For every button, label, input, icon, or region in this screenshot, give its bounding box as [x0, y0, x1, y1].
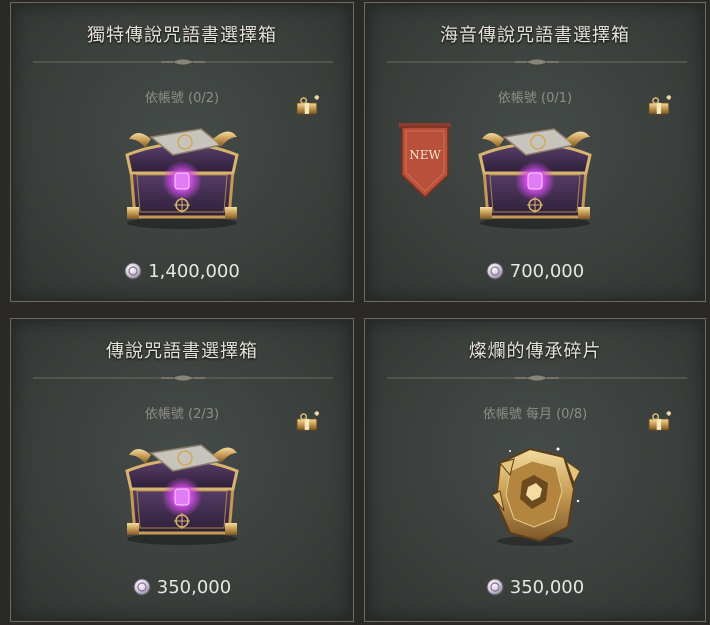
gift-icon[interactable]	[647, 409, 673, 431]
legendary-chest-icon	[125, 443, 239, 546]
item-title: 燦爛的傳承碎片	[468, 341, 602, 362]
gift-icon[interactable]	[295, 93, 321, 115]
golden-fragment-icon	[491, 446, 581, 546]
currency-coin-icon	[124, 262, 142, 280]
ornate-divider	[387, 58, 687, 66]
currency-coin-icon	[486, 578, 504, 596]
ornate-divider	[33, 374, 333, 382]
new-badge: NEW	[399, 123, 451, 199]
price-value: 350,000	[156, 577, 232, 598]
item-title: 傳說咒語書選擇箱	[106, 341, 258, 362]
item-price: 350,000	[365, 577, 705, 598]
currency-coin-icon	[486, 262, 504, 280]
legendary-chest-icon	[478, 127, 592, 230]
ornate-divider	[387, 374, 687, 382]
new-label: NEW	[409, 148, 441, 162]
gift-icon[interactable]	[647, 93, 673, 115]
legendary-chest-icon	[125, 127, 239, 230]
item-title: 獨特傳說咒語書選擇箱	[87, 25, 277, 46]
item-price: 700,000	[365, 261, 705, 282]
price-value: 1,400,000	[148, 261, 240, 282]
currency-coin-icon	[133, 578, 151, 596]
shop-item-card-4[interactable]: 燦爛的傳承碎片 依帳號 每月 (0/8) 350,000	[364, 318, 706, 622]
price-value: 350,000	[509, 577, 585, 598]
gift-icon[interactable]	[295, 409, 321, 431]
item-price: 1,400,000	[11, 261, 353, 282]
shop-item-card-2[interactable]: 海音傳說咒語書選擇箱 依帳號 (0/1) NEW 700,000	[364, 2, 706, 302]
shop-item-card-1[interactable]: 獨特傳說咒語書選擇箱 依帳號 (0/2) 1,400,000	[10, 2, 354, 302]
price-value: 700,000	[509, 261, 585, 282]
ornate-divider	[33, 58, 333, 66]
item-price: 350,000	[11, 577, 353, 598]
item-title: 海音傳說咒語書選擇箱	[440, 25, 630, 46]
shop-item-card-3[interactable]: 傳說咒語書選擇箱 依帳號 (2/3) 350,000	[10, 318, 354, 622]
